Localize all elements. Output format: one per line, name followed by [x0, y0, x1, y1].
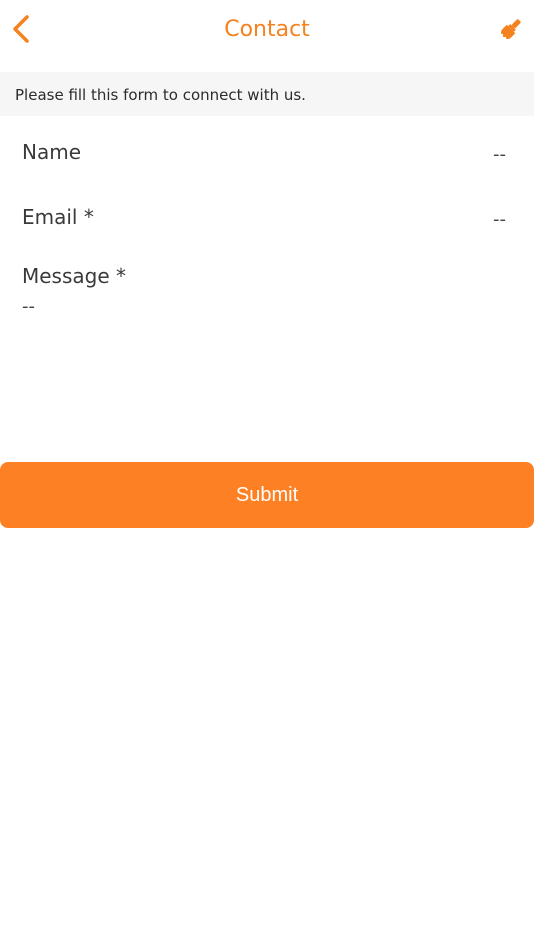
message-field[interactable]: Message * -- — [22, 264, 506, 344]
email-value: -- — [493, 209, 506, 230]
name-value: -- — [493, 144, 506, 165]
submit-label: Submit — [235, 483, 299, 506]
page-title: Contact — [224, 17, 310, 42]
name-field[interactable]: Name -- — [22, 140, 506, 170]
name-label: Name — [22, 140, 82, 164]
paint-brush-icon — [498, 16, 524, 46]
app-header: Contact — [0, 0, 534, 64]
submit-button[interactable]: Submit — [0, 462, 534, 528]
message-value: -- — [22, 296, 35, 317]
message-label: Message * — [22, 264, 127, 288]
theme-button[interactable] — [496, 16, 526, 46]
info-banner: Please fill this form to connect with us… — [0, 72, 534, 116]
email-field[interactable]: Email * -- — [22, 205, 506, 235]
info-text: Please fill this form to connect with us… — [15, 86, 306, 104]
email-label: Email * — [22, 205, 94, 229]
